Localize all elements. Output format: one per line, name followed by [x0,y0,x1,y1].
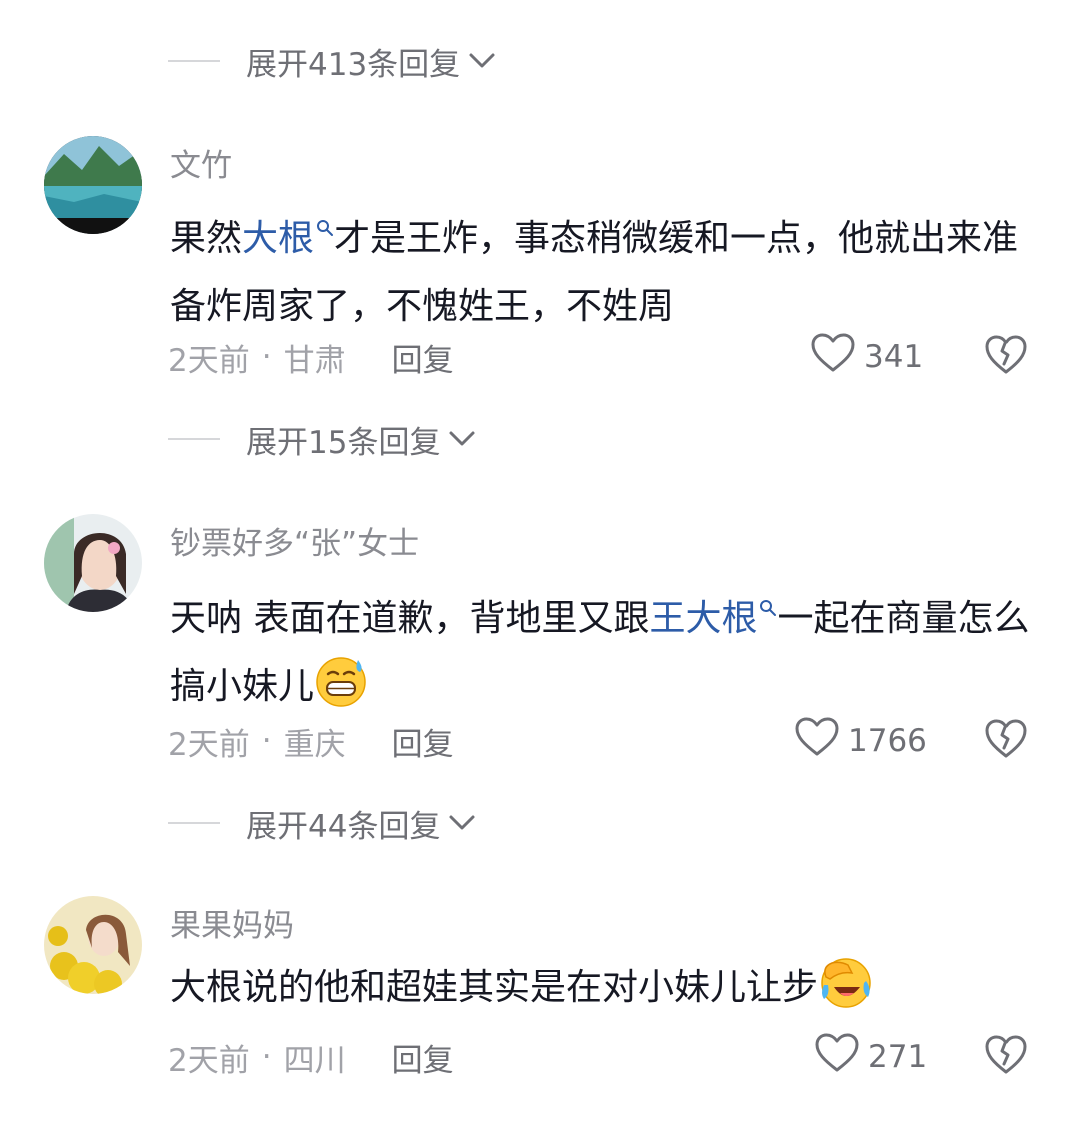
separator-dot: · [261,339,272,375]
chevron-down-icon [468,52,496,70]
dislike-button[interactable] [982,332,1030,382]
expand-replies-button[interactable]: 展开44条回复 [168,798,476,848]
comment-time: 2天前 [168,342,250,379]
reply-button[interactable]: 回复 [392,335,454,380]
avatar[interactable] [44,136,142,234]
broken-heart-icon [984,718,1028,764]
avatar[interactable] [44,896,142,994]
broken-heart-icon [984,334,1028,380]
expand-replies-button[interactable]: 展开15条回复 [168,414,476,464]
grimace-sweat-emoji [314,654,368,708]
separator-dot: · [261,723,272,759]
separator-dot: · [261,1039,272,1075]
comment-text-segment: 果然 [170,218,243,259]
broken-heart-icon [984,1034,1028,1080]
like-count: 271 [868,1039,928,1075]
divider-line [168,822,220,824]
search-link-label: 大根 [242,218,315,259]
comment-location: 甘肃 [283,342,346,379]
comment-location: 重庆 [283,726,346,763]
search-link[interactable]: 大根 [242,218,334,259]
comment-text: 天呐 表面在道歉，背地里又跟王大根 一起在商量怎么搞小妹儿 [170,572,1030,721]
reply-button[interactable]: 回复 [392,719,454,764]
search-icon [316,192,334,260]
comment-text-segment: 天呐 表面在道歉，背地里又跟 [170,598,650,639]
facepalm-cry-emoji [818,955,872,1009]
comment-username[interactable]: 钞票好多“张”女士 [170,518,419,563]
comment-meta: 2天前 · 甘肃 回复 [168,332,454,382]
expand-replies-label: 展开15条回复 [246,424,441,461]
search-link-label: 王大根 [649,598,758,639]
comment-meta: 2天前 · 重庆 回复 [168,716,454,766]
comment-location: 四川 [283,1042,346,1079]
comment-text: 大根说的他和超娃其实是在对小妹儿让步 [170,954,1030,1022]
like-count: 341 [864,339,924,375]
expand-replies-label: 展开413条回复 [246,46,461,83]
dislike-button[interactable] [982,716,1030,766]
expand-replies-label: 展开44条回复 [246,808,441,845]
comment-time: 2天前 [168,726,250,763]
divider-line [168,60,220,62]
dislike-button[interactable] [982,1032,1030,1082]
like-button[interactable]: 1766 [794,716,927,766]
heart-icon [794,716,848,766]
like-count: 1766 [848,723,927,759]
heart-icon [814,1032,868,1082]
like-button[interactable]: 271 [814,1032,927,1082]
chevron-down-icon [448,430,476,448]
expand-replies-button[interactable]: 展开413条回复 [168,36,496,86]
search-icon [759,572,777,640]
reply-button[interactable]: 回复 [392,1035,454,1080]
divider-line [168,438,220,440]
comment-username[interactable]: 文竹 [170,140,232,185]
comment-text-segment: 大根说的他和超娃其实是在对小妹儿让步 [170,967,819,1008]
heart-icon [810,332,864,382]
avatar[interactable] [44,514,142,612]
like-button[interactable]: 341 [810,332,923,382]
comment-text: 果然大根 才是王炸，事态稍微缓和一点，他就出来准备炸周家了，不愧姓王，不姓周 [170,192,1030,341]
comment-username[interactable]: 果果妈妈 [170,900,294,945]
search-link[interactable]: 王大根 [649,598,777,639]
comment-meta: 2天前 · 四川 回复 [168,1032,454,1082]
chevron-down-icon [448,814,476,832]
comment-time: 2天前 [168,1042,250,1079]
